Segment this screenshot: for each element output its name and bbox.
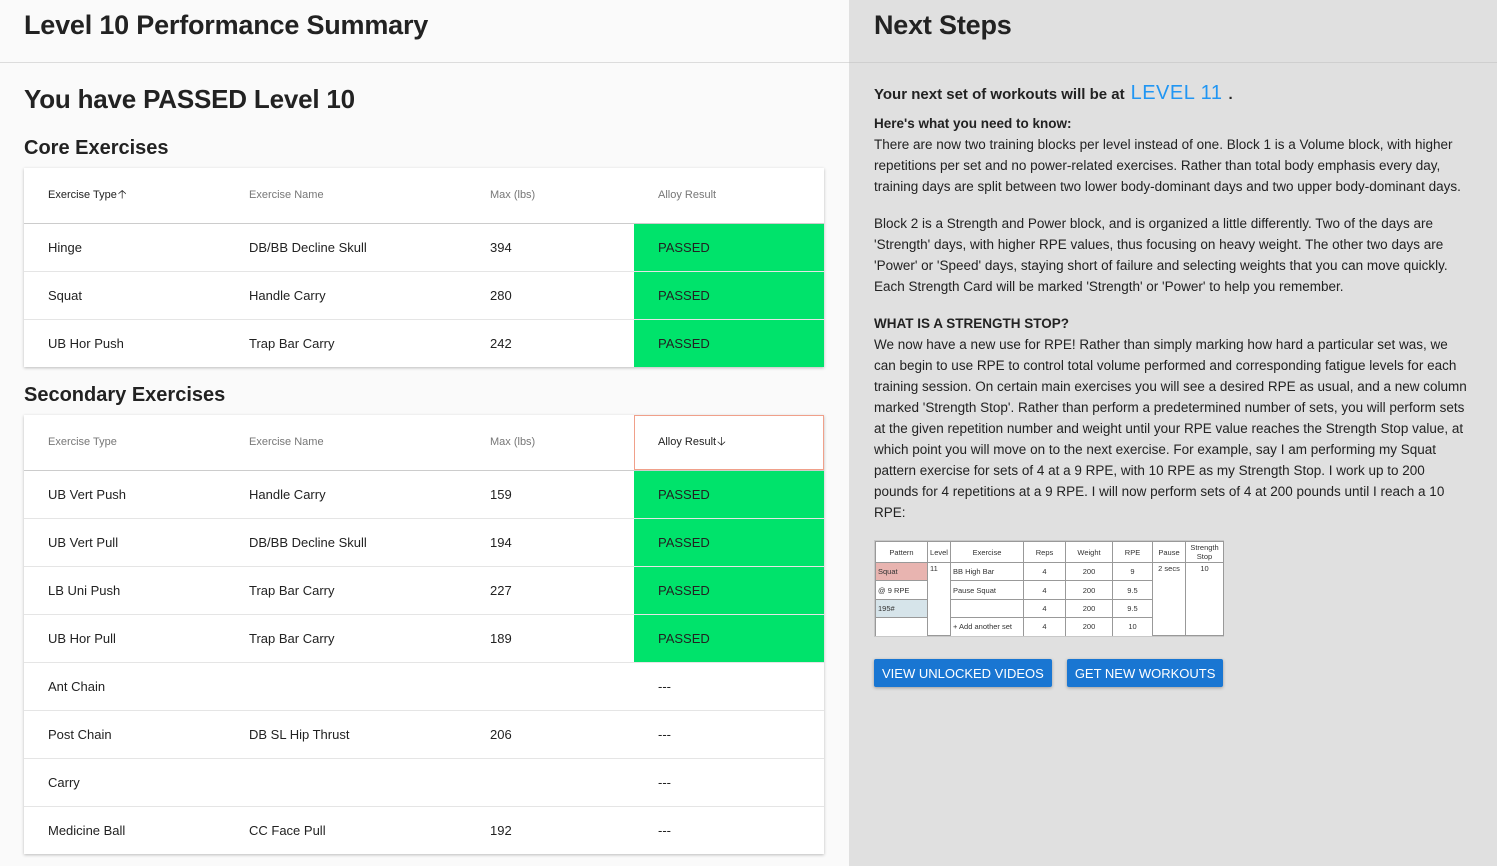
secondary-exercises-table: Exercise Type Exercise Name Max (lbs) Al… xyxy=(24,415,824,854)
exercise-name-cell: DB/BB Decline Skull xyxy=(225,223,466,272)
need-to-know-label: Here's what you need to know: xyxy=(874,116,1072,131)
col-max[interactable]: Max (lbs) xyxy=(466,415,634,471)
view-unlocked-videos-button[interactable]: VIEW UNLOCKED VIDEOS xyxy=(874,659,1052,687)
alloy-result-cell: PASSED xyxy=(634,566,824,615)
col-alloy-result[interactable]: Alloy Result🡣 xyxy=(634,415,824,471)
arrow-down-icon: 🡣 xyxy=(717,433,726,448)
table-row[interactable]: Squat Handle Carry 280 PASSED xyxy=(24,271,824,320)
next-steps-panel: Next Steps Your next set of workouts wil… xyxy=(849,0,1497,866)
exercise-type-cell: UB Hor Push xyxy=(48,335,124,351)
exercise-type-cell: Medicine Ball xyxy=(48,822,126,838)
core-exercises-table: Exercise Type🡡 Exercise Name Max (lbs) A… xyxy=(24,168,824,367)
page-title: Level 10 Performance Summary xyxy=(24,10,429,40)
exercise-type-cell: Carry xyxy=(24,758,225,807)
exercise-type-cell: Post Chain xyxy=(24,710,225,759)
max-cell: 242 xyxy=(490,335,512,351)
col-alloy-result[interactable]: Alloy Result xyxy=(634,168,824,224)
max-cell: 189 xyxy=(466,614,634,663)
table-row[interactable]: Ant Chain --- xyxy=(24,662,824,711)
exercise-name-cell: CC Face Pull xyxy=(249,822,326,838)
alloy-result-cell: PASSED xyxy=(634,518,824,567)
exercise-type-cell: LB Uni Push xyxy=(24,566,225,615)
max-cell: 394 xyxy=(466,223,634,272)
alloy-result-cell: --- xyxy=(658,822,671,838)
exercise-name-cell: Handle Carry xyxy=(225,470,466,519)
arrow-up-icon: 🡡 xyxy=(117,186,127,201)
exercise-type-cell: UB Hor Pull xyxy=(24,614,225,663)
core-exercises-title: Core Exercises xyxy=(24,137,169,159)
max-cell: 194 xyxy=(466,518,634,567)
table-row[interactable]: Hinge DB/BB Decline Skull 394 PASSED xyxy=(24,223,824,272)
max-cell: 280 xyxy=(466,271,634,320)
exercise-type-cell: UB Vert Pull xyxy=(24,518,225,567)
strength-stop-example-image: Pattern Level Exercise Reps Weight RPE P… xyxy=(874,540,1224,637)
exercise-name-cell xyxy=(225,758,466,807)
exercise-name-cell: DB SL Hip Thrust xyxy=(225,710,466,759)
get-new-workouts-button[interactable]: GET NEW WORKOUTS xyxy=(1066,659,1224,687)
exercise-name-cell: DB/BB Decline Skull xyxy=(225,518,466,567)
table-row[interactable]: UB Hor Pull Trap Bar Carry 189 PASSED xyxy=(24,614,824,663)
next-steps-header: Next Steps xyxy=(849,0,1497,63)
exercise-name-cell: Handle Carry xyxy=(225,271,466,320)
max-cell: 159 xyxy=(466,470,634,519)
next-level-line: Your next set of workouts will be at LEV… xyxy=(874,82,1233,105)
passed-title: You have PASSED Level 10 xyxy=(24,84,355,114)
table-row[interactable]: Carry --- xyxy=(24,758,824,807)
col-exercise-name[interactable]: Exercise Name xyxy=(225,168,466,224)
table-row[interactable]: Medicine Ball CC Face Pull 192 --- xyxy=(24,806,824,854)
exercise-type-cell: Ant Chain xyxy=(24,662,225,711)
alloy-result-cell: --- xyxy=(634,710,824,759)
summary-header: Level 10 Performance Summary xyxy=(0,0,849,63)
exercise-name-cell: Trap Bar Carry xyxy=(249,335,335,351)
col-max[interactable]: Max (lbs) xyxy=(466,168,634,224)
alloy-result-cell: --- xyxy=(634,758,824,807)
max-cell xyxy=(466,758,634,807)
exercise-name-cell xyxy=(225,662,466,711)
next-level-link[interactable]: LEVEL 11 xyxy=(1131,82,1223,105)
info-paragraph-2: Block 2 is a Strength and Power block, a… xyxy=(874,216,1448,294)
exercise-type-cell: UB Vert Push xyxy=(24,470,225,519)
info-paragraph-1: There are now two training blocks per le… xyxy=(874,137,1461,194)
info-paragraph-3: We now have a new use for RPE! Rather th… xyxy=(874,337,1467,520)
action-buttons: VIEW UNLOCKED VIDEOS GET NEW WORKOUTS xyxy=(874,659,1472,687)
strength-stop-label: WHAT IS A STRENGTH STOP? xyxy=(874,316,1069,331)
max-cell: 192 xyxy=(490,822,512,838)
alloy-result-cell: PASSED xyxy=(634,271,824,320)
performance-summary-panel: Level 10 Performance Summary You have PA… xyxy=(0,0,849,866)
alloy-result-cell: PASSED xyxy=(634,470,824,519)
exercise-type-cell: Squat xyxy=(24,271,225,320)
col-exercise-type[interactable]: Exercise Type🡡 xyxy=(24,168,225,224)
max-cell xyxy=(466,662,634,711)
table-row[interactable]: Post Chain DB SL Hip Thrust 206 --- xyxy=(24,710,824,759)
col-exercise-type[interactable]: Exercise Type xyxy=(24,415,225,471)
info-block-3: WHAT IS A STRENGTH STOP? We now have a n… xyxy=(874,313,1472,523)
table-row[interactable]: UB Vert Push Handle Carry 159 PASSED xyxy=(24,470,824,519)
table-row[interactable]: UB Hor Push Trap Bar Carry 242 PASSED xyxy=(24,319,824,367)
max-cell: 227 xyxy=(466,566,634,615)
table-row[interactable]: UB Vert Pull DB/BB Decline Skull 194 PASSED xyxy=(24,518,824,567)
table-row[interactable]: LB Uni Push Trap Bar Carry 227 PASSED xyxy=(24,566,824,615)
info-block-1: Here's what you need to know: There are … xyxy=(874,113,1472,197)
max-cell: 206 xyxy=(466,710,634,759)
secondary-exercises-title: Secondary Exercises xyxy=(24,384,226,406)
next-steps-title: Next Steps xyxy=(874,10,1012,40)
alloy-result-cell: --- xyxy=(634,662,824,711)
alloy-result-cell: PASSED xyxy=(634,614,824,663)
col-exercise-name[interactable]: Exercise Name xyxy=(225,415,466,471)
alloy-result-cell: PASSED xyxy=(634,223,824,272)
alloy-result-cell: PASSED xyxy=(634,319,824,367)
exercise-type-cell: Hinge xyxy=(24,223,225,272)
exercise-name-cell: Trap Bar Carry xyxy=(225,614,466,663)
exercise-name-cell: Trap Bar Carry xyxy=(225,566,466,615)
